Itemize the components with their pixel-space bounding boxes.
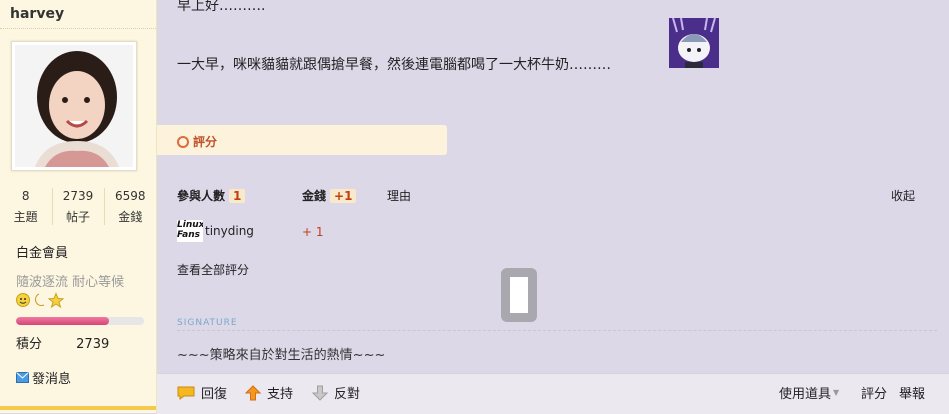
tools-label: 使用道具 bbox=[779, 387, 832, 402]
star-medal-icon bbox=[47, 292, 64, 308]
points-value: 2739 bbox=[76, 337, 110, 352]
report-button[interactable]: 舉報 bbox=[899, 383, 925, 402]
stat-label: 主題 bbox=[13, 210, 38, 224]
stat-value: 8 bbox=[21, 189, 30, 203]
arrow-down-icon bbox=[312, 385, 328, 401]
divider bbox=[177, 330, 937, 331]
envelope-icon bbox=[16, 372, 29, 383]
level-progress-bar bbox=[16, 317, 144, 325]
post-text-line: 一大早，咪咪貓貓就跟偶搶早餐，然後連電腦都喝了一大杯牛奶……… bbox=[177, 57, 611, 73]
user-motto: 隨波逐流 耐心等候 bbox=[16, 275, 125, 290]
author-username[interactable]: harvey bbox=[10, 6, 64, 22]
sweat-face-emoticon-icon bbox=[669, 18, 719, 68]
author-panel: harvey 8 主題 2739 帖子 6598 金錢 白金會員 隨波逐流 耐心… bbox=[0, 0, 157, 413]
send-message-link[interactable]: 發消息 bbox=[16, 368, 71, 387]
rate-button[interactable]: 評分 bbox=[861, 383, 887, 402]
rating-reason-header: 理由 bbox=[387, 189, 412, 203]
stat-posts[interactable]: 2739 帖子 bbox=[51, 188, 103, 225]
signature-label: SIGNATURE bbox=[177, 318, 238, 328]
user-rank[interactable]: 白金會員 bbox=[16, 242, 68, 261]
rater-username[interactable]: tinyding bbox=[205, 224, 254, 238]
smiley-medal-icon bbox=[16, 293, 30, 307]
report-label: 舉報 bbox=[899, 387, 926, 402]
oppose-button[interactable]: 反對 bbox=[312, 383, 360, 402]
rating-money-header: 金錢 +1 bbox=[302, 187, 357, 204]
money-total-badge: +1 bbox=[330, 189, 357, 203]
arrow-up-icon bbox=[245, 384, 261, 400]
chevron-down-icon: ▼ bbox=[833, 388, 840, 397]
rate-label: 評分 bbox=[861, 387, 888, 402]
participants-label: 參與人數 bbox=[177, 189, 226, 203]
view-all-ratings-link[interactable]: 查看全部評分 bbox=[177, 261, 249, 278]
points-label: 積分 bbox=[16, 337, 43, 352]
rater-avatar[interactable]: Linux Fans bbox=[177, 220, 203, 242]
stat-money[interactable]: 6598 金錢 bbox=[104, 188, 155, 225]
user-points: 積分 2739 bbox=[16, 333, 109, 352]
rating-tab: 評分 bbox=[157, 125, 447, 155]
avatar-image bbox=[15, 45, 133, 167]
post-actions-bar: 回復 支持 反對 使用道具 ▼ 評分 舉報 bbox=[157, 373, 949, 414]
support-label: 支持 bbox=[267, 387, 294, 402]
medals bbox=[16, 292, 64, 308]
reply-button[interactable]: 回復 bbox=[177, 383, 227, 402]
post-body: 早上好………. 一大早，咪咪貓貓就跟偶搶早餐，然後連電腦都喝了一大杯牛奶……… … bbox=[157, 0, 949, 414]
support-button[interactable]: 支持 bbox=[245, 383, 293, 402]
avatar[interactable] bbox=[11, 41, 137, 171]
money-label: 金錢 bbox=[302, 189, 327, 203]
rating-tab-label: 評分 bbox=[193, 135, 218, 149]
stat-label: 帖子 bbox=[65, 210, 90, 224]
oppose-label: 反對 bbox=[334, 387, 361, 402]
divider bbox=[0, 28, 156, 29]
reply-label: 回復 bbox=[201, 387, 228, 402]
divider bbox=[0, 406, 156, 410]
signature-text: ~~~策略來自於對生活的熱情~~~ bbox=[177, 348, 386, 363]
use-tools-menu[interactable]: 使用道具 ▼ bbox=[779, 383, 839, 402]
rater-money: + 1 bbox=[302, 225, 324, 239]
stat-value: 6598 bbox=[115, 189, 146, 203]
level-progress-fill bbox=[16, 317, 110, 325]
stat-threads[interactable]: 8 主題 bbox=[1, 188, 51, 225]
loading-indicator bbox=[501, 268, 537, 322]
rating-participants: 參與人數 1 bbox=[177, 187, 246, 204]
stat-value: 2739 bbox=[62, 189, 94, 203]
collapse-rating-link[interactable]: 收起 bbox=[891, 187, 915, 204]
post-text-line: 早上好………. bbox=[177, 0, 266, 14]
participants-count-badge: 1 bbox=[229, 189, 246, 203]
speech-bubble-icon bbox=[177, 386, 195, 400]
author-stats: 8 主題 2739 帖子 6598 金錢 bbox=[0, 188, 156, 225]
moon-medal-icon bbox=[34, 293, 45, 307]
send-message-label: 發消息 bbox=[32, 372, 72, 387]
stat-label: 金錢 bbox=[118, 210, 143, 224]
circle-icon bbox=[177, 135, 189, 148]
